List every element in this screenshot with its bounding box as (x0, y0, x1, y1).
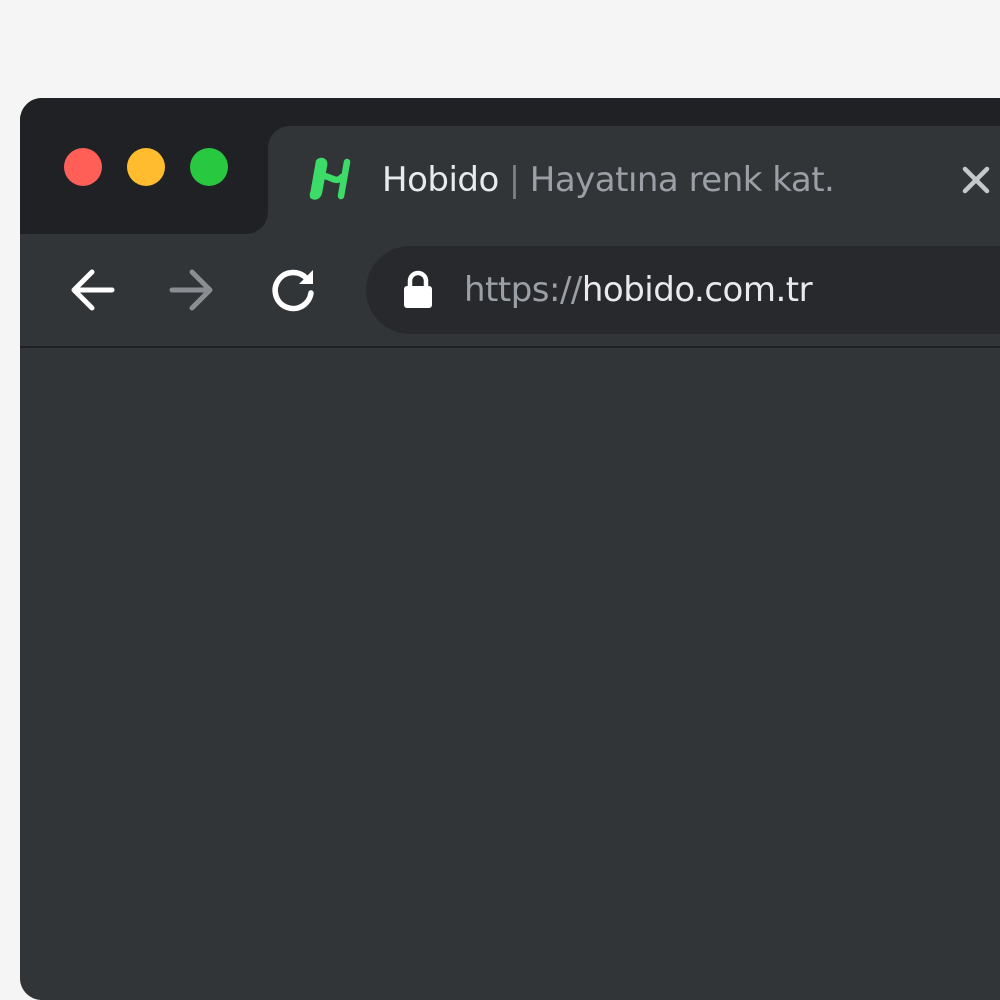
tab-title: Hobido | Hayatına renk kat. (382, 156, 835, 204)
window-close-button[interactable] (64, 148, 102, 186)
arrow-left-icon[interactable] (68, 266, 116, 314)
window-maximize-button[interactable] (190, 148, 228, 186)
tab-title-brand: Hobido (382, 160, 499, 200)
hobido-logo-icon (309, 157, 351, 200)
tab-corner (246, 212, 268, 234)
url-text[interactable]: https://hobido.com.tr (464, 266, 813, 314)
address-bar[interactable]: https://hobido.com.tr (366, 246, 1000, 334)
reload-icon[interactable] (269, 266, 317, 314)
tab-title-tagline: Hayatına renk kat. (529, 160, 835, 200)
tab-title-separator: | (508, 160, 520, 200)
close-icon[interactable] (958, 162, 994, 198)
url-host: hobido.com.tr (581, 270, 813, 310)
window-minimize-button[interactable] (127, 148, 165, 186)
url-scheme: https:// (464, 270, 582, 310)
tab-strip: Hobido | Hayatına renk kat. (20, 98, 1000, 234)
browser-window: Hobido | Hayatına renk kat. https://hobido… (20, 98, 1000, 1000)
lock-icon (404, 270, 432, 308)
page-content-area (20, 348, 1000, 1000)
tab-hobido[interactable]: Hobido | Hayatına renk kat. (268, 126, 1000, 234)
browser-toolbar: https://hobido.com.tr (20, 234, 1000, 348)
arrow-right-icon (169, 269, 213, 311)
